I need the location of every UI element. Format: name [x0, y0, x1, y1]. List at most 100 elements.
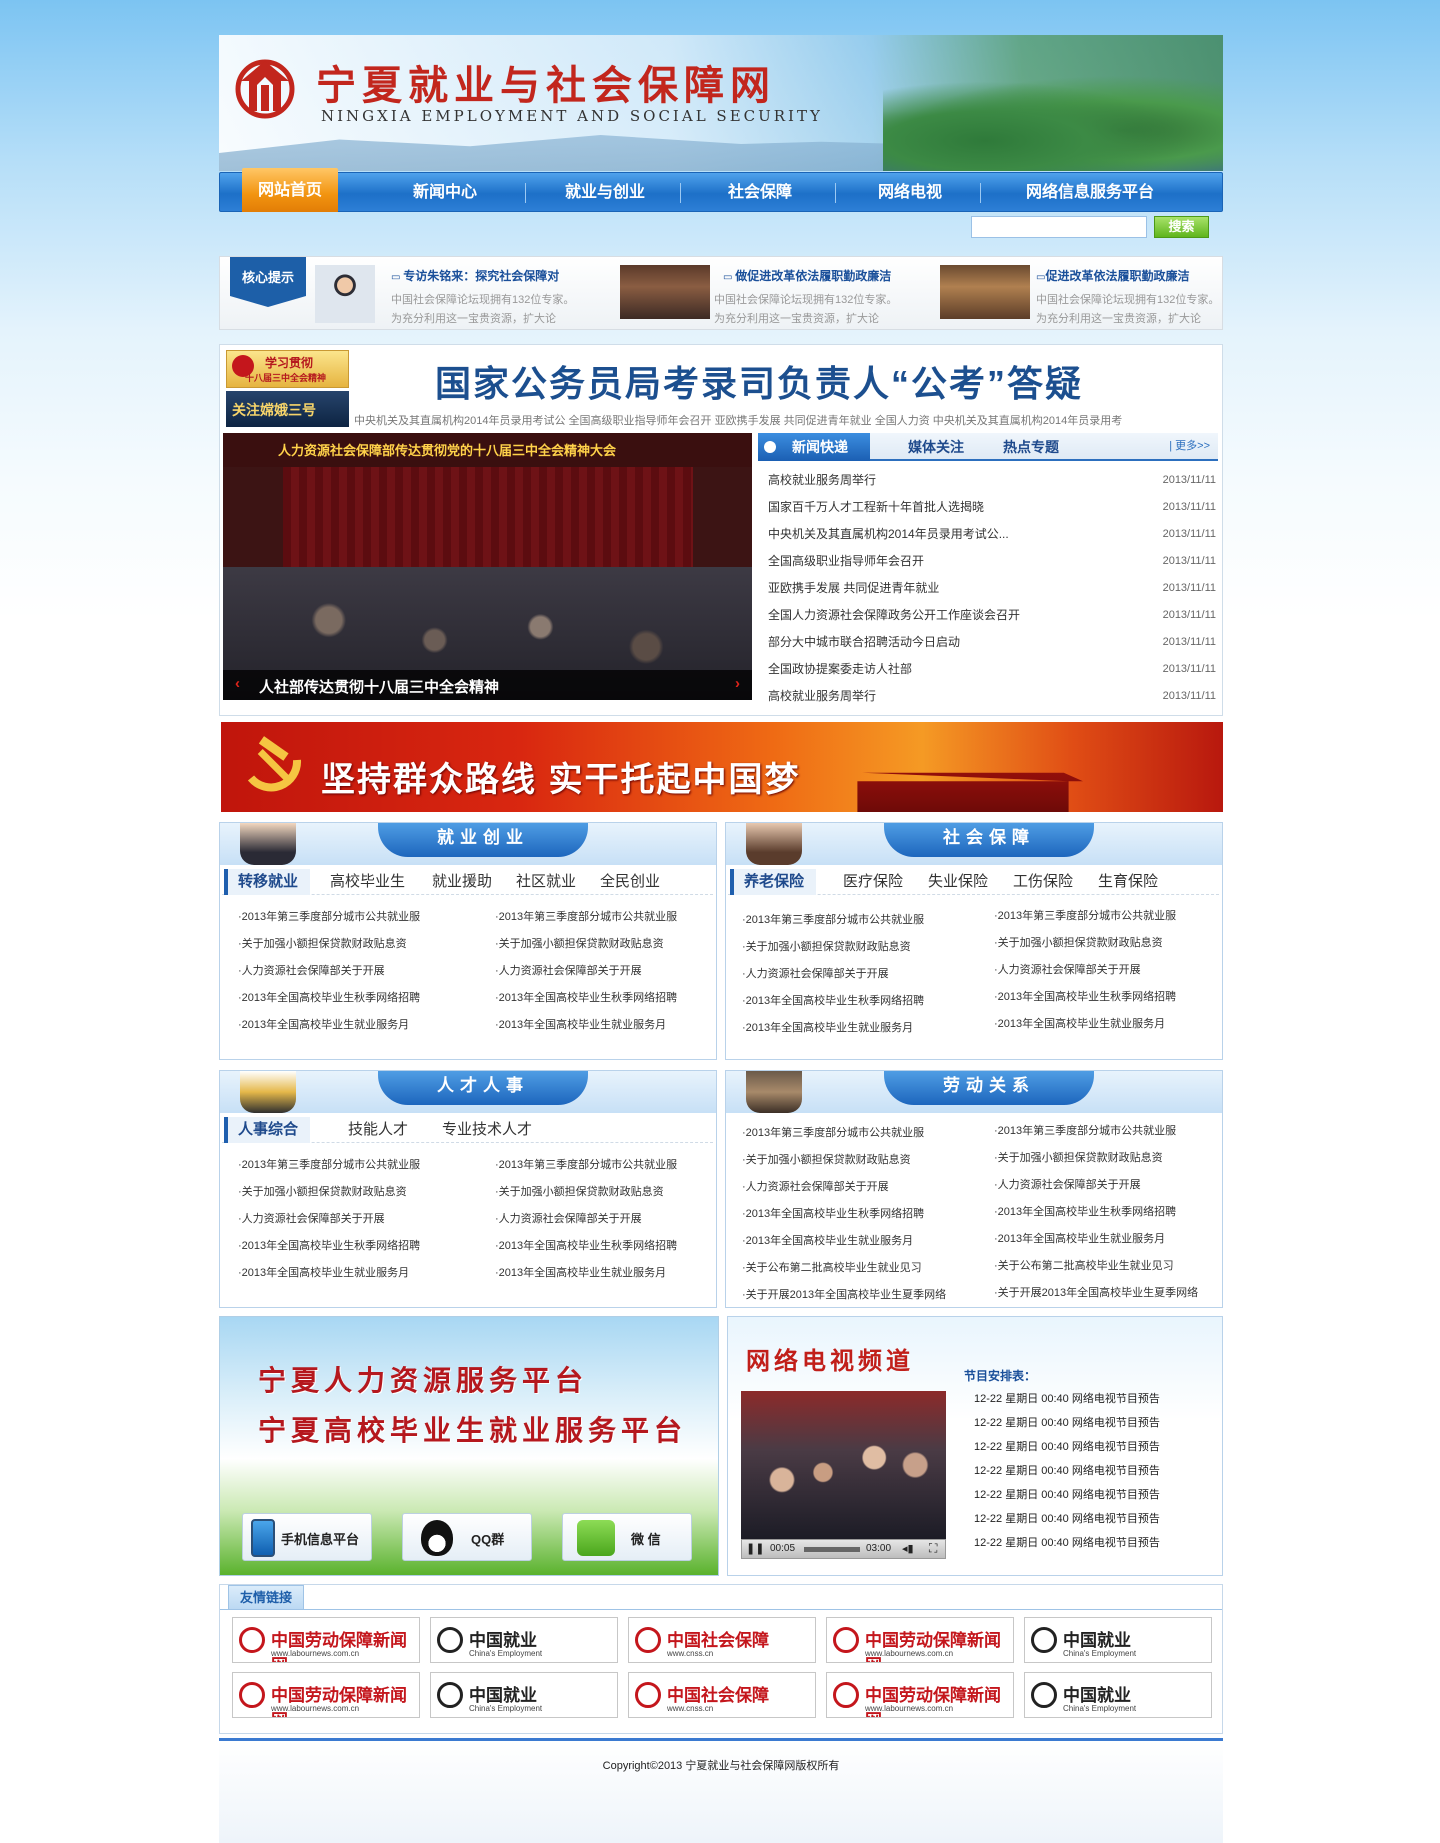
list-item[interactable]: 中央机关及其直属机构2014年员录用考试公... 2013/11/11 [768, 521, 1216, 548]
friend-link-tile[interactable]: 中国社会保障 www.cnss.cn [628, 1617, 816, 1663]
friend-link-tile[interactable]: 中国劳动保障新闻网www.labournews.com.cn [826, 1617, 1014, 1663]
subtab-pension[interactable]: 养老保险 [730, 869, 817, 895]
schedule-item[interactable]: 12-22 星期日 00:40 网络电视节目预告 [974, 1414, 1160, 1430]
list-item[interactable]: ·2013年第三季度部分城市公共就业服 [994, 1120, 1176, 1142]
list-item[interactable]: ·2013年全国高校毕业生就业服务月 [994, 1228, 1165, 1250]
list-item[interactable]: ·关于加强小额担保贷款财政贴息资 [742, 936, 911, 958]
list-item[interactable]: ·人力资源社会保障部关于开展 [994, 959, 1141, 981]
subtab-skilled-talent[interactable]: 技能人才 [348, 1117, 408, 1143]
list-item[interactable]: 全国高级职业指导师年会召开 2013/11/11 [768, 548, 1216, 575]
volume-icon[interactable]: ◂▮ [902, 1542, 914, 1555]
list-item[interactable]: ·关于公布第二批高校毕业生就业见习 [994, 1255, 1174, 1277]
list-item[interactable]: ·关于加强小额担保贷款财政贴息资 [742, 1149, 911, 1171]
tv-video-player[interactable] [741, 1391, 946, 1539]
friend-link-tile[interactable]: 中国社会保障 www.cnss.cn [628, 1672, 816, 1718]
party-slogan-banner[interactable]: 坚持群众路线 实干托起中国梦 [221, 722, 1223, 812]
list-item[interactable]: ·关于加强小额担保贷款财政贴息资 [495, 933, 664, 955]
subtab-injury[interactable]: 工伤保险 [1013, 869, 1073, 895]
nav-social-security[interactable]: 社会保障 [695, 173, 825, 213]
change3-promo-banner[interactable]: 关注嫦娥三号 [226, 391, 349, 427]
list-item[interactable]: ·2013年全国高校毕业生秋季网络招聘 [238, 987, 420, 1009]
list-item[interactable]: ·2013年全国高校毕业生秋季网络招聘 [495, 1235, 677, 1257]
list-item[interactable]: ·2013年第三季度部分城市公共就业服 [742, 1122, 924, 1144]
schedule-item[interactable]: 12-22 星期日 00:40 网络电视节目预告 [974, 1510, 1160, 1526]
list-item[interactable]: ·关于公布第二批高校毕业生就业见习 [742, 1257, 922, 1279]
subtab-maternity[interactable]: 生育保险 [1098, 869, 1158, 895]
pause-icon[interactable]: ❚❚ [746, 1542, 764, 1555]
subtab-medical[interactable]: 医疗保险 [843, 869, 903, 895]
tab-media[interactable]: 媒体关注 [908, 433, 964, 461]
mobile-platform-button[interactable]: 手机信息平台 [242, 1513, 372, 1561]
list-item[interactable]: 全国人力资源社会保障政务公开工作座谈会召开 2013/11/11 [768, 602, 1216, 629]
friend-link-tile[interactable]: 中国就业 China's Employment [430, 1672, 618, 1718]
search-input[interactable] [971, 216, 1147, 238]
list-item[interactable]: ·2013年全国高校毕业生就业服务月 [238, 1014, 409, 1036]
list-item[interactable]: ·2013年第三季度部分城市公共就业服 [238, 1154, 420, 1176]
tip-item[interactable]: ▭促进改革依法履职勤政廉洁 中国社会保障论坛现拥有132位专家。为充分利用这一宝… [940, 265, 1220, 325]
nav-employment[interactable]: 就业与创业 [540, 173, 670, 213]
list-item[interactable]: ·人力资源社会保障部关于开展 [238, 960, 385, 982]
search-button[interactable]: 搜索 [1154, 216, 1209, 238]
list-item[interactable]: ·2013年第三季度部分城市公共就业服 [238, 906, 420, 928]
list-item[interactable]: ·关于加强小额担保贷款财政贴息资 [994, 932, 1163, 954]
list-item[interactable]: ·2013年第三季度部分城市公共就业服 [994, 905, 1176, 927]
study-promo-banner[interactable]: 学习贯彻 十八届三中全会精神 [226, 350, 349, 388]
list-item[interactable]: ·人力资源社会保障部关于开展 [994, 1174, 1141, 1196]
tab-hot-topics[interactable]: 热点专题 [1003, 433, 1059, 461]
list-item[interactable]: ·2013年全国高校毕业生秋季网络招聘 [994, 1201, 1176, 1223]
list-item[interactable]: ·关于加强小额担保贷款财政贴息资 [238, 933, 407, 955]
tip-item[interactable]: ▭ 做促进改革依法履职勤政廉洁 中国社会保障论坛现拥有132位专家。为充分利用这… [620, 265, 920, 325]
platform-title-1[interactable]: 宁夏人力资源服务平台 [258, 1359, 588, 1399]
list-item[interactable]: ·关于加强小额担保贷款财政贴息资 [994, 1147, 1163, 1169]
list-item[interactable]: 亚欧携手发展 共同促进青年就业 2013/11/11 [768, 575, 1216, 602]
list-item[interactable]: ·2013年全国高校毕业生就业服务月 [994, 1013, 1165, 1035]
tip-item[interactable]: ▭ 专访朱铭来：探究社会保障对 中国社会保障论坛现拥有132位专家。为充分利用这… [315, 265, 605, 325]
schedule-item[interactable]: 12-22 星期日 00:40 网络电视节目预告 [974, 1390, 1160, 1406]
tab-express-news[interactable]: 新闻快递 [758, 433, 870, 461]
subtab-entrepreneurship[interactable]: 全民创业 [600, 869, 660, 895]
list-item[interactable]: 国家百千万人才工程新十年首批人选揭晓 2013/11/11 [768, 494, 1216, 521]
list-item[interactable]: ·2013年全国高校毕业生就业服务月 [742, 1230, 913, 1252]
friend-link-tile[interactable]: 中国就业 China's Employment [1024, 1617, 1212, 1663]
list-item[interactable]: ·人力资源社会保障部关于开展 [742, 1176, 889, 1198]
list-item[interactable]: ·人力资源社会保障部关于开展 [495, 1208, 642, 1230]
list-item[interactable]: ·2013年全国高校毕业生秋季网络招聘 [742, 990, 924, 1012]
subtab-personnel[interactable]: 人事综合 [224, 1117, 311, 1143]
subtab-community[interactable]: 社区就业 [516, 869, 576, 895]
platform-title-2[interactable]: 宁夏高校毕业生就业服务平台 [258, 1409, 687, 1449]
news-slideshow[interactable]: 人力资源社会保障部传达贯彻党的十八届三中全会精神大会 ‹ 人社部传达贯彻十八届三… [223, 433, 752, 700]
list-item[interactable]: ·人力资源社会保障部关于开展 [742, 963, 889, 985]
friend-link-tile[interactable]: 中国劳动保障新闻网www.labournews.com.cn [826, 1672, 1014, 1718]
subtab-transfer-employment[interactable]: 转移就业 [224, 869, 311, 895]
qq-group-button[interactable]: QQ群 [402, 1513, 532, 1561]
progress-bar[interactable] [804, 1547, 860, 1552]
nav-news[interactable]: 新闻中心 [390, 173, 500, 213]
list-item[interactable]: ·2013年第三季度部分城市公共就业服 [495, 1154, 677, 1176]
subtab-professional-talent[interactable]: 专业技术人才 [442, 1117, 532, 1143]
nav-info-platform[interactable]: 网络信息服务平台 [995, 173, 1185, 213]
subtab-graduates[interactable]: 高校毕业生 [330, 869, 405, 895]
fullscreen-icon[interactable]: ⛶ [929, 1541, 937, 1556]
schedule-item[interactable]: 12-22 星期日 00:40 网络电视节目预告 [974, 1438, 1160, 1454]
more-link[interactable]: | 更多>> [1169, 433, 1210, 459]
list-item[interactable]: 高校就业服务周举行 2013/11/11 [768, 683, 1216, 710]
list-item[interactable]: 高校就业服务周举行 2013/11/11 [768, 467, 1216, 494]
list-item[interactable]: ·2013年全国高校毕业生秋季网络招聘 [742, 1203, 924, 1225]
friend-link-tile[interactable]: 中国劳动保障新闻网www.labournews.com.cn [232, 1617, 420, 1663]
site-logo-icon[interactable] [235, 55, 295, 119]
list-item[interactable]: ·2013年全国高校毕业生就业服务月 [495, 1262, 666, 1284]
subtab-employment-aid[interactable]: 就业援助 [432, 869, 492, 895]
list-item[interactable]: ·关于开展2013年全国高校毕业生夏季网络 [742, 1284, 946, 1306]
nav-web-tv[interactable]: 网络电视 [850, 173, 970, 213]
list-item[interactable]: ·2013年全国高校毕业生就业服务月 [238, 1262, 409, 1284]
list-item[interactable]: ·关于加强小额担保贷款财政贴息资 [495, 1181, 664, 1203]
list-item[interactable]: ·2013年第三季度部分城市公共就业服 [742, 909, 924, 931]
subtab-unemployment[interactable]: 失业保险 [928, 869, 988, 895]
list-item[interactable]: ·2013年全国高校毕业生秋季网络招聘 [495, 987, 677, 1009]
list-item[interactable]: ·2013年全国高校毕业生秋季网络招聘 [238, 1235, 420, 1257]
list-item[interactable]: ·人力资源社会保障部关于开展 [238, 1208, 385, 1230]
friend-link-tile[interactable]: 中国就业 China's Employment [430, 1617, 618, 1663]
wechat-button[interactable]: 微 信 [562, 1513, 692, 1561]
list-item[interactable]: 部分大中城市联合招聘活动今日启动 2013/11/11 [768, 629, 1216, 656]
prev-arrow-icon[interactable]: ‹ [235, 675, 240, 692]
